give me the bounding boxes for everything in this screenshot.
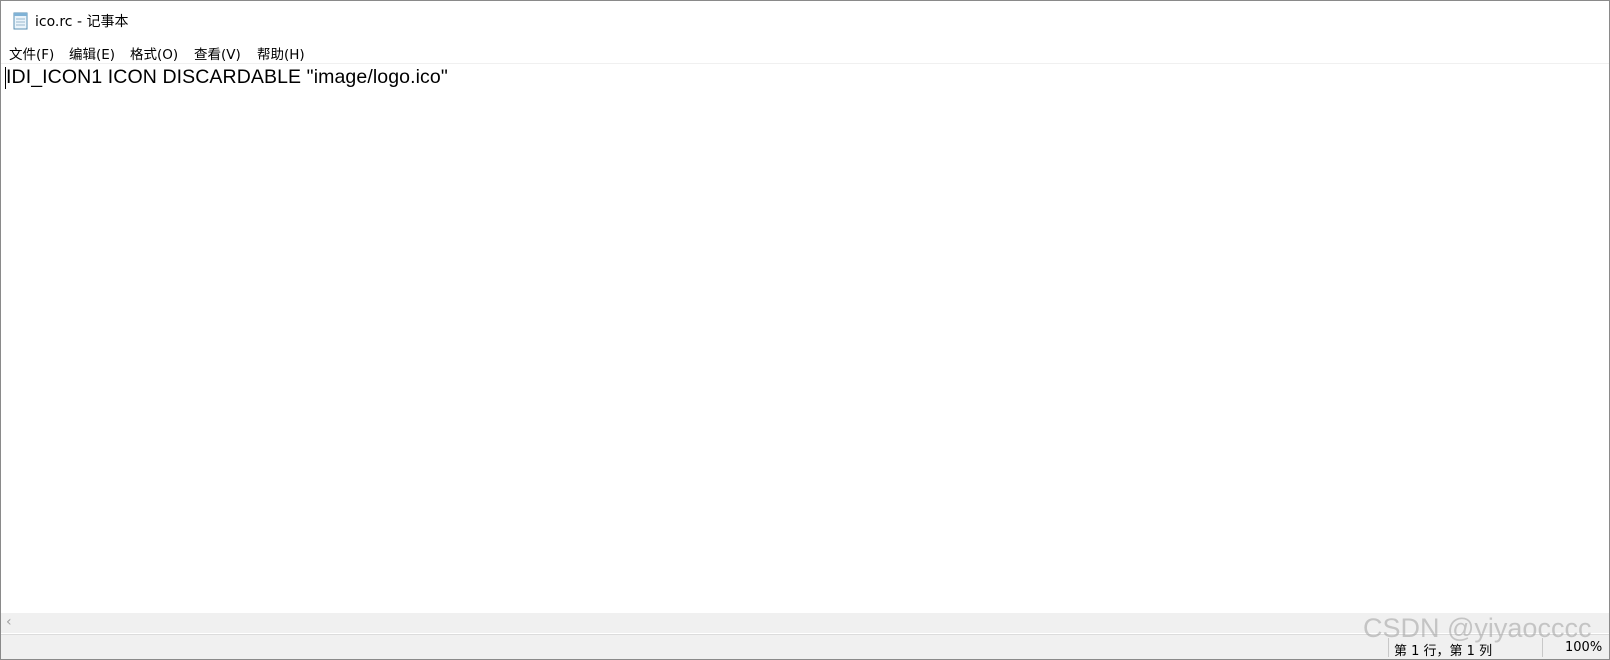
status-bar: 第 1 行，第 1 列 100% — [1, 634, 1609, 659]
menu-format[interactable]: 格式(O) — [130, 43, 178, 63]
notepad-icon — [13, 12, 28, 30]
cursor-position: 第 1 行，第 1 列 — [1394, 644, 1493, 659]
menu-help[interactable]: 帮助(H) — [257, 43, 305, 63]
menu-edit[interactable]: 编辑(E) — [69, 43, 115, 63]
zoom-level: 100% — [1565, 640, 1603, 655]
menu-file[interactable]: 文件(F) — [9, 43, 54, 63]
status-divider — [1388, 638, 1389, 657]
status-divider — [1542, 638, 1543, 657]
menu-view[interactable]: 查看(V) — [194, 43, 241, 63]
editor-content: IDI_ICON1 ICON DISCARDABLE "image/logo.i… — [6, 66, 448, 88]
title-bar[interactable]: ico.rc - 记事本 — [1, 1, 1609, 39]
window-title: ico.rc - 记事本 — [35, 14, 129, 30]
text-editor[interactable]: IDI_ICON1 ICON DISCARDABLE "image/logo.i… — [1, 64, 1609, 613]
chevron-left-icon[interactable]: ‹ — [6, 614, 12, 630]
horizontal-scrollbar[interactable]: ‹ — [1, 613, 1609, 633]
menu-bar: 文件(F) 编辑(E) 格式(O) 查看(V) 帮助(H) — [1, 39, 1609, 64]
notepad-window: ico.rc - 记事本 文件(F) 编辑(E) 格式(O) 查看(V) 帮助(… — [0, 0, 1610, 660]
